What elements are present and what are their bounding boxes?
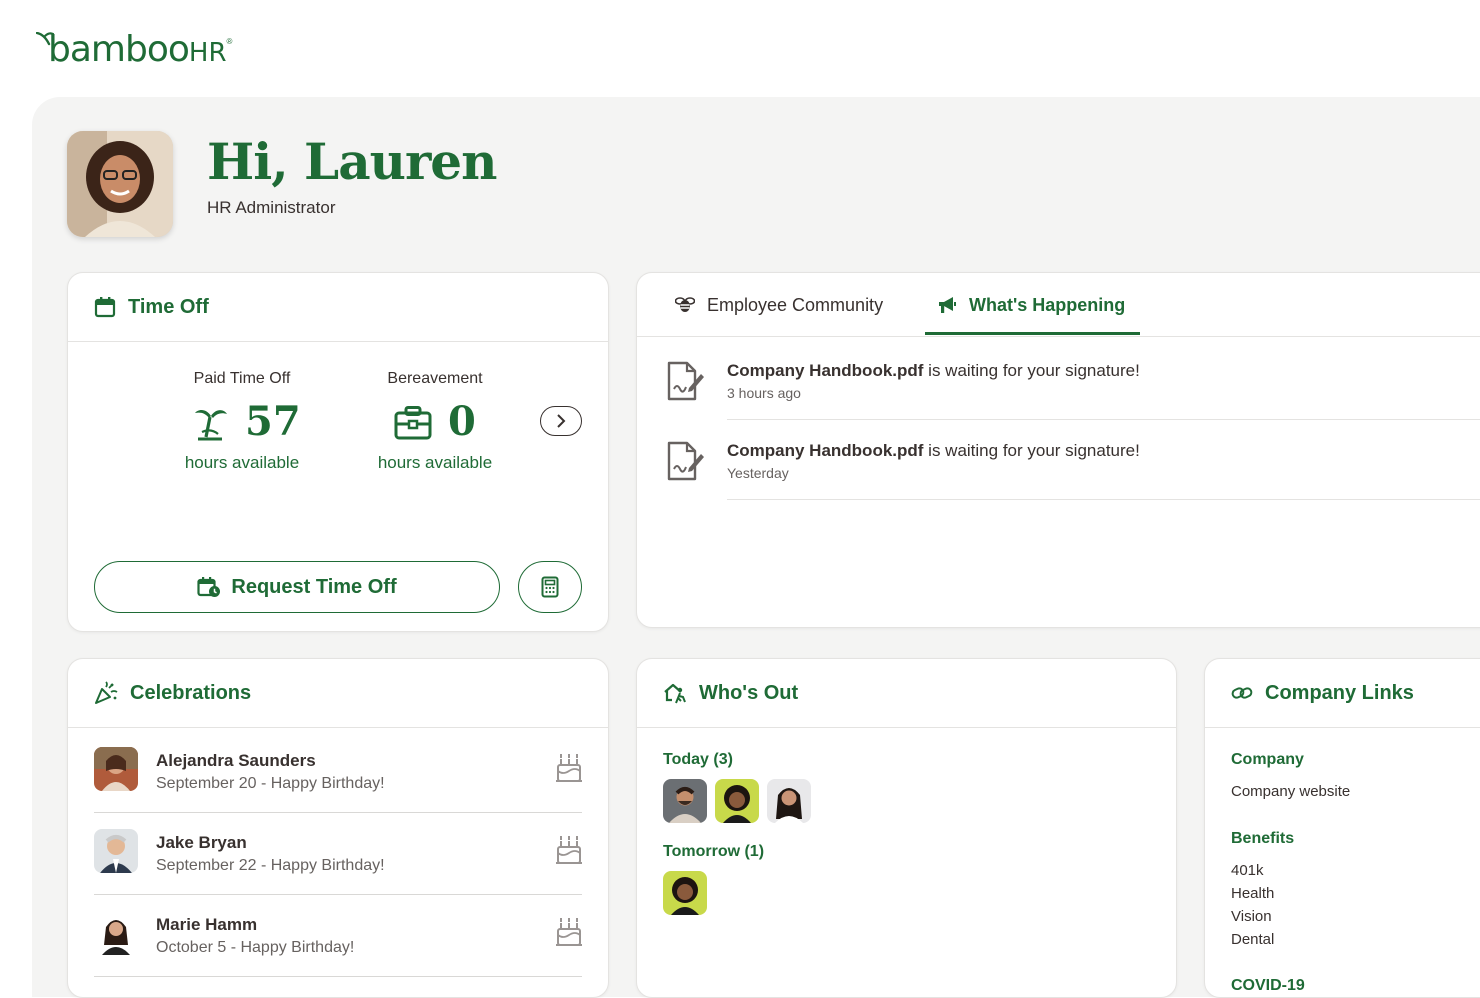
celebration-name: Jake Bryan [156,833,247,852]
celebration-detail: September 20 - Happy Birthday! [156,775,385,792]
party-popper-icon [94,681,118,705]
company-links-card: Company Links Company Company website Be… [1204,658,1480,998]
celebration-detail: October 5 - Happy Birthday! [156,939,355,956]
tab-whats-happening-label: What's Happening [969,294,1126,315]
link-vision[interactable]: Vision [1231,908,1272,925]
leaf-icon [36,32,54,46]
avatar[interactable] [715,779,759,823]
active-tab-indicator [925,332,1140,335]
user-role: HR Administrator [207,198,336,217]
avatar[interactable] [767,779,811,823]
pto-unit: hours available [184,453,300,472]
feed-divider [727,419,1480,420]
avatar[interactable] [94,829,138,873]
celebration-name: Alejandra Saunders [156,751,316,770]
logo-wordmark: bamboo [48,29,190,70]
chevron-right-icon [557,414,566,428]
cake-icon [556,918,582,946]
bamboohr-logo[interactable]: bamboo HR ® [36,28,232,68]
cake-icon [556,836,582,864]
tab-employee-community[interactable]: Employee Community [675,273,883,337]
links-group-benefits: Benefits [1231,830,1295,847]
logo-registered: ® [226,37,233,46]
list-item[interactable]: Jake Bryan September 22 - Happy Birthday… [94,813,582,895]
whos-out-title: Who's Out [699,681,799,704]
celebration-detail: September 22 - Happy Birthday! [156,857,385,874]
celebrations-title: Celebrations [130,681,252,704]
bereavement-unit: hours available [377,453,493,472]
tomorrow-label: Tomorrow (1) [663,843,765,860]
company-links-title: Company Links [1265,681,1414,704]
celebrations-card: Celebrations Alejandra Saunders Septembe… [67,658,609,998]
feed-item-doc[interactable]: Company Handbook.pdf [727,361,923,380]
link-401k[interactable]: 401k [1231,862,1264,879]
feed-tabs: Employee Community What's Happening [637,273,1480,337]
house-person-icon [663,682,687,704]
link-health[interactable]: Health [1231,885,1274,902]
request-time-off-button[interactable]: Request Time Off [94,561,500,613]
bereavement-value: 0 [448,398,476,445]
avatar[interactable] [94,911,138,955]
link-company-website[interactable]: Company website [1231,783,1350,800]
avatar[interactable] [663,871,707,915]
pto-value: 57 [245,398,301,445]
feed-item-text: Company Handbook.pdf is waiting for your… [727,361,1140,381]
feed-divider [727,499,1480,500]
cake-icon [556,754,582,782]
pto-label: Paid Time Off [193,370,291,387]
bereavement-label: Bereavement [387,370,483,387]
time-off-body: Paid Time Off 57 hours available Bereave… [68,342,608,631]
calculator-icon [541,576,559,598]
palm-tree-icon [192,404,230,442]
today-label: Today (3) [663,751,733,768]
links-group-covid: COVID-19 [1231,977,1305,994]
feed-item-doc[interactable]: Company Handbook.pdf [727,441,923,460]
logo-hr: HR [188,38,227,68]
request-time-off-label: Request Time Off [231,575,397,598]
next-balance-button[interactable] [540,406,582,436]
link-dental[interactable]: Dental [1231,931,1274,948]
tab-employee-community-label: Employee Community [707,294,884,315]
feed-item-time: 3 hours ago [727,385,801,401]
tab-whats-happening[interactable]: What's Happening [937,273,1125,337]
bee-icon [675,297,695,312]
megaphone-icon [939,297,956,313]
greeting-heading: Hi, Lauren [207,132,497,191]
links-group-company: Company [1231,751,1304,768]
company-links-header: Company Links [1205,659,1480,728]
link-icon [1231,684,1253,702]
briefcase-icon [394,406,432,440]
feed-item-text: Company Handbook.pdf is waiting for your… [727,441,1140,461]
celebrations-header: Celebrations [68,659,608,728]
feed-item[interactable]: Company Handbook.pdf is waiting for your… [665,441,1480,521]
calculator-button[interactable] [518,561,582,613]
feed-item-time: Yesterday [727,465,789,481]
feed-item-message: is waiting for your signature! [923,361,1140,380]
calendar-icon [94,296,116,318]
signature-document-icon [667,361,704,401]
user-avatar[interactable] [67,131,173,237]
whos-out-card: Who's Out Today (3) Tomorrow (1) [636,658,1177,998]
celebration-name: Marie Hamm [156,915,258,934]
time-off-header: Time Off [68,273,608,342]
signature-document-icon [667,441,704,481]
calendar-clock-icon [197,576,221,598]
time-off-card: Time Off Paid Time Off 57 hours availabl… [67,272,609,632]
feed-card: Employee Community What's Happening Comp… [636,272,1480,628]
list-item[interactable]: Marie Hamm October 5 - Happy Birthday! [94,895,582,977]
avatar[interactable] [94,747,138,791]
whos-out-header: Who's Out [637,659,1176,728]
feed-item[interactable]: Company Handbook.pdf is waiting for your… [665,361,1480,441]
feed-item-message: is waiting for your signature! [923,441,1140,460]
avatar[interactable] [663,779,707,823]
time-off-title: Time Off [128,295,209,318]
list-item[interactable]: Alejandra Saunders September 20 - Happy … [94,731,582,813]
